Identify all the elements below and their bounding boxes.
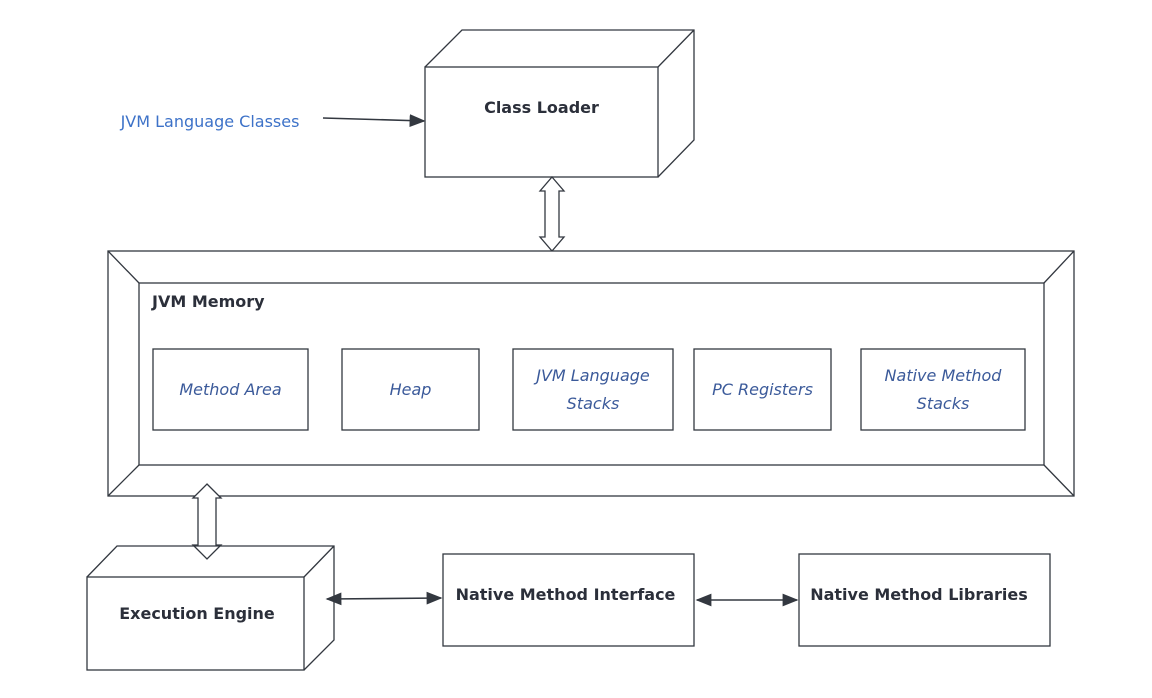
memory-engine-double-arrow — [191, 483, 223, 560]
pc-registers-label: PC Registers — [712, 379, 813, 399]
native-method-stacks-label: Native Method Stacks — [884, 365, 1002, 413]
jvm-memory-title: JVM Memory — [152, 291, 265, 311]
classloader-memory-double-arrow — [538, 176, 566, 252]
engine-interface-arrow — [325, 591, 443, 606]
jvm-language-stacks-label: JVM Language Stacks — [536, 365, 650, 413]
heap-label: Heap — [389, 379, 432, 399]
jvm-architecture-diagram: JVM Language Classes Class Loader JVM Me… — [0, 0, 1152, 698]
jvm-language-classes-label: JVM Language Classes — [120, 111, 300, 131]
execution-engine-label: Execution Engine — [119, 603, 275, 623]
input-arrow — [322, 114, 426, 127]
class-loader-label: Class Loader — [484, 97, 599, 117]
method-area-label: Method Area — [179, 379, 282, 399]
native-interface-label: Native Method Interface — [455, 584, 676, 604]
native-libraries-label: Native Method Libraries — [810, 584, 1028, 604]
